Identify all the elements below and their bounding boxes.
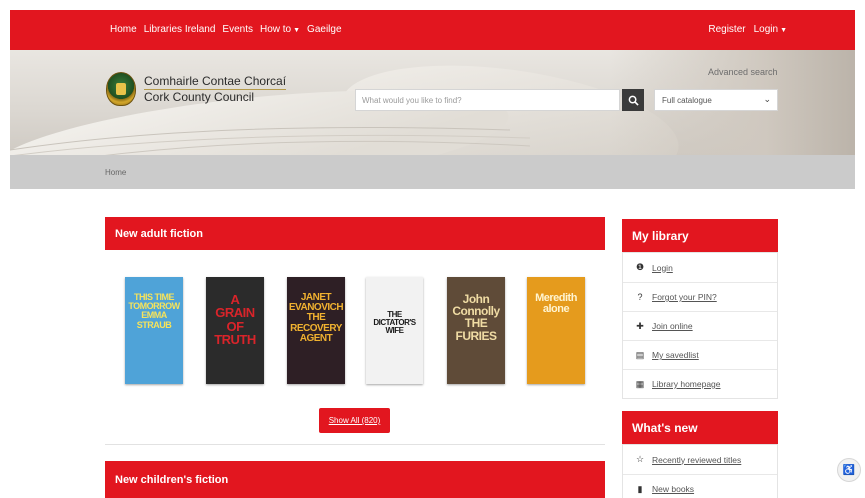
add-user-icon: ✚ [636, 320, 644, 331]
nav-left: Home Libraries Ireland Events How to ▼ Ga… [110, 24, 342, 35]
accessibility-icon[interactable]: ♿ [837, 458, 861, 482]
whats-new-item-recently-reviewed[interactable]: ☆ Recently reviewed titles [623, 445, 777, 474]
list-item-label: Recently reviewed titles [652, 454, 742, 465]
book-cover-title: Meredith alone [535, 292, 577, 316]
section-title: My library [632, 228, 689, 243]
catalogue-selected-value: Full catalogue [662, 96, 712, 105]
show-all-button[interactable]: Show All (820) [319, 408, 390, 433]
nav-events-link[interactable]: Events [222, 24, 253, 35]
banner-page-lines [10, 127, 530, 155]
whats-new-heading: What's new [622, 411, 778, 444]
chevron-down-icon: ⌄ [763, 94, 771, 104]
logo-text: Comhairle Contae Chorcaí Cork County Cou… [144, 73, 287, 105]
my-library-item-forgot-pin[interactable]: ? Forgot your PIN? [623, 282, 777, 311]
nav-register-link[interactable]: Register [708, 24, 745, 35]
nav-how-to-label: How to [259, 24, 292, 35]
list-item-label: Forgot your PIN? [652, 292, 717, 302]
search-icon [628, 95, 639, 106]
nav-libraries-ireland-link[interactable]: Libraries Ireland [144, 24, 216, 35]
my-library-heading: My library [622, 219, 778, 252]
list-item-label: Library homepage [652, 379, 721, 389]
breadcrumb[interactable]: Home [105, 168, 126, 177]
book-icon: ▮ [637, 483, 643, 494]
list-item-label: Login [652, 262, 673, 273]
nav-right: Register Login ▼ [708, 24, 787, 35]
book-cover-title: THIS TIME TOMORROW EMMA STRAUB [128, 292, 180, 330]
nav-login-dropdown[interactable]: Login ▼ [754, 24, 787, 35]
search-input[interactable]: What would you like to find? [355, 89, 620, 111]
top-navbar: Home Libraries Ireland Events How to ▼ Ga… [10, 10, 855, 50]
book-cover-title: John Connolly THE FURIES [452, 292, 500, 343]
star-icon: ☆ [635, 454, 645, 464]
nav-home-link[interactable]: Home [110, 24, 137, 35]
new-childrens-fiction-heading: New children's fiction [105, 461, 605, 498]
book-cover-title: JANET EVANOVICH THE RECOVERY AGENT [288, 292, 344, 344]
my-library-list: ❶ Login ? Forgot your PIN? ✚ Join online… [622, 252, 778, 399]
catalogue-select[interactable]: Full catalogue ⌄ [654, 89, 778, 111]
crest-icon [106, 72, 136, 106]
caret-down-icon: ▼ [293, 27, 301, 34]
user-icon: ❶ [635, 262, 645, 272]
question-icon: ? [637, 292, 643, 302]
whats-new-list: ☆ Recently reviewed titles ▮ New books [622, 444, 778, 498]
library-icon: ▦ [635, 378, 645, 389]
book-cover[interactable]: A GRAIN OF TRUTH [206, 277, 264, 384]
nav-gaeilge-link[interactable]: Gaeilge [307, 24, 341, 35]
council-logo[interactable]: Comhairle Contae Chorcaí Cork County Cou… [106, 72, 287, 106]
list-item-label: Join online [652, 321, 693, 331]
list-item-label: New books [652, 484, 695, 494]
advanced-search-link[interactable]: Advanced search [708, 67, 778, 77]
book-cover[interactable]: Meredith alone [527, 277, 585, 384]
book-cover-title: THE DICTATOR'S WIFE [373, 310, 416, 336]
list-item-label: My savedlist [652, 350, 699, 360]
book-cover[interactable]: THE DICTATOR'S WIFE [366, 277, 423, 384]
my-library-item-login[interactable]: ❶ Login [623, 253, 777, 282]
logo-english-name: Cork County Council [144, 88, 287, 105]
search-button[interactable] [622, 89, 644, 111]
nav-login-label: Login [753, 24, 779, 35]
book-cover[interactable]: JANET EVANOVICH THE RECOVERY AGENT [287, 277, 345, 384]
nav-how-to-dropdown[interactable]: How to ▼ [260, 24, 300, 35]
list-icon: ▤ [635, 349, 645, 360]
book-cover-title: A GRAIN OF TRUTH [214, 292, 256, 347]
my-library-item-library-homepage[interactable]: ▦ Library homepage [623, 369, 777, 398]
caret-down-icon: ▼ [780, 27, 787, 34]
logo-irish-name: Comhairle Contae Chorcaí [144, 73, 287, 88]
section-title: What's new [632, 420, 698, 435]
my-library-item-join-online[interactable]: ✚ Join online [623, 311, 777, 340]
whats-new-item-new-books[interactable]: ▮ New books [623, 474, 777, 498]
section-title: New adult fiction [115, 227, 203, 240]
breadcrumb-band [10, 155, 855, 189]
section-title: New children's fiction [115, 473, 229, 486]
page: Home Libraries Ireland Events How to ▼ Ga… [0, 0, 865, 498]
book-cover[interactable]: THIS TIME TOMORROW EMMA STRAUB [125, 277, 183, 384]
book-cover[interactable]: John Connolly THE FURIES [447, 277, 505, 384]
my-library-item-savedlist[interactable]: ▤ My savedlist [623, 340, 777, 369]
new-adult-fiction-heading: New adult fiction [105, 217, 605, 250]
